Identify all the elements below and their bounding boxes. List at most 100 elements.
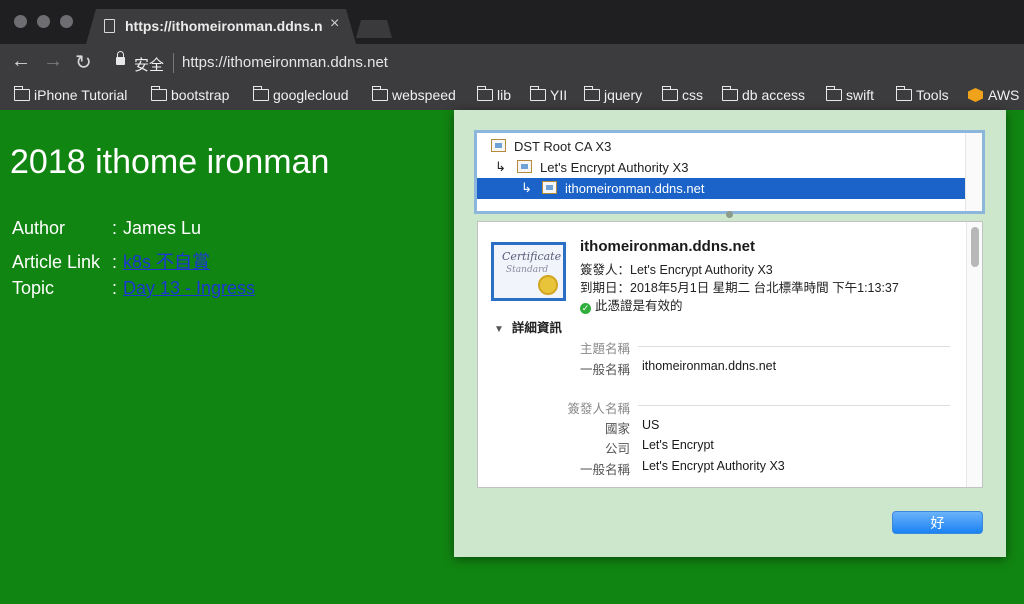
url-text[interactable]: https://ithomeironman.ddns.net — [182, 54, 388, 71]
certificate-icon — [491, 139, 506, 152]
child-arrow-icon: ↳ — [495, 159, 506, 174]
bookmark-label: googlecloud — [273, 87, 349, 103]
maximize-window-button[interactable] — [60, 15, 73, 28]
close-window-button[interactable] — [14, 15, 27, 28]
folder-icon — [372, 86, 388, 101]
colon: : — [112, 252, 118, 272]
bookmark-item[interactable]: AWS — [968, 87, 1019, 103]
back-arrow-icon[interactable]: ← — [11, 50, 31, 73]
certificate-icon — [542, 181, 557, 194]
ok-button[interactable]: 好 — [892, 511, 983, 534]
bookmark-item[interactable]: webspeed — [372, 86, 456, 103]
detail-scrollbar[interactable] — [966, 222, 982, 487]
tab-close-icon[interactable]: × — [330, 15, 339, 33]
bookmark-item[interactable]: css — [662, 86, 703, 103]
bookmark-label: iPhone Tutorial — [34, 87, 128, 103]
bookmark-item[interactable]: iPhone Tutorial — [14, 86, 128, 103]
child-arrow-icon: ↳ — [521, 180, 532, 195]
bookmark-label: db access — [742, 87, 806, 103]
bookmark-item[interactable]: jquery — [584, 86, 643, 103]
author-value: James Lu — [123, 218, 202, 238]
bookmark-item[interactable]: bootstrap — [151, 86, 230, 103]
bookmark-item[interactable]: YII — [530, 86, 567, 103]
lock-icon[interactable] — [116, 51, 125, 65]
chain-item-label: Let's Encrypt Authority X3 — [540, 160, 689, 175]
colon: : — [112, 278, 118, 298]
topic-row: Topic: Day 13 - Ingress — [12, 278, 255, 299]
section-divider — [638, 346, 950, 347]
certificate-dialog: DST Root CA X3 ↳ Let's Encrypt Authority… — [454, 110, 1006, 557]
author-label: Author — [12, 218, 66, 238]
issuer-line: 簽發人：Let's Encrypt Authority X3 — [580, 263, 773, 277]
address-bar[interactable]: 安全 https://ithomeironman.ddns.net — [104, 49, 1020, 77]
folder-icon — [14, 86, 30, 101]
address-separator — [173, 53, 174, 73]
disclosure-triangle-icon[interactable]: ▼ — [494, 324, 504, 335]
certificate-icon-text: Certificate — [502, 250, 562, 263]
topic-label: Topic — [12, 278, 55, 298]
minimize-window-button[interactable] — [37, 15, 50, 28]
issuer-organization-label: 公司 — [604, 442, 630, 456]
bookmark-item[interactable]: Tools — [896, 86, 949, 103]
folder-icon — [722, 86, 738, 101]
chain-scrollbar[interactable] — [965, 133, 982, 211]
chain-item-label: ithomeironman.ddns.net — [565, 181, 705, 196]
document-icon — [104, 19, 115, 33]
bookmark-label: AWS — [988, 87, 1020, 103]
secure-label[interactable]: 安全 — [134, 54, 164, 75]
chain-item-intermediate[interactable]: ↳ Let's Encrypt Authority X3 — [477, 157, 965, 178]
certificate-icon — [517, 160, 532, 173]
issuer-common-name-label: 一般名稱 — [579, 463, 630, 477]
checkmark-icon: ✓ — [580, 303, 591, 314]
folder-icon — [584, 86, 600, 101]
bookmark-item[interactable]: db access — [722, 86, 806, 103]
chain-item-label: DST Root CA X3 — [514, 139, 612, 154]
validity-text: 此憑證是有效的 — [595, 299, 683, 313]
bookmark-item[interactable]: swift — [826, 86, 874, 103]
folder-icon — [662, 86, 678, 101]
article-link[interactable]: k8s 不自賞 — [123, 252, 210, 272]
page-title: 2018 ithome ironman — [10, 143, 330, 181]
window-titlebar: https://ithomeironman.ddns.net × — [0, 0, 1024, 44]
details-disclosure[interactable]: ▼ 詳細資訊 — [494, 317, 562, 336]
expiry-line: 到期日：2018年5月1日 星期二 台北標準時間 下午1:13:37 — [580, 281, 899, 295]
tab-title[interactable]: https://ithomeironman.ddns.net — [125, 18, 323, 34]
folder-icon — [151, 86, 167, 101]
validity-line: ✓ 此憑證是有效的 — [580, 295, 683, 314]
subject-name-heading: 主題名稱 — [579, 342, 630, 356]
certificate-large-icon: Certificate Standard — [491, 242, 566, 301]
issuer-common-name-value: Let's Encrypt Authority X3 — [642, 459, 785, 473]
bookmark-label: jquery — [604, 87, 643, 103]
bookmark-label: bootstrap — [171, 87, 230, 103]
details-label: 詳細資訊 — [511, 321, 562, 335]
topic-link[interactable]: Day 13 - Ingress — [123, 278, 255, 298]
article-link-row: Article Link: k8s 不自賞 — [12, 248, 210, 274]
bookmark-item[interactable]: lib — [477, 86, 511, 103]
bookmark-label: webspeed — [392, 87, 456, 103]
folder-icon — [826, 86, 842, 101]
bookmark-item[interactable]: googlecloud — [253, 86, 349, 103]
forward-arrow-icon[interactable]: → — [43, 50, 63, 73]
subject-common-name-value: ithomeironman.ddns.net — [642, 359, 777, 373]
reload-icon[interactable]: ↻ — [75, 50, 92, 75]
certificate-detail-pane: Certificate Standard ithomeironman.ddns.… — [477, 221, 983, 488]
seal-icon — [538, 275, 558, 295]
colon: : — [112, 218, 118, 238]
bookmark-label: Tools — [916, 87, 949, 103]
chain-item-root[interactable]: DST Root CA X3 — [477, 136, 965, 157]
issuer-country-value: US — [642, 418, 660, 432]
bookmark-label: css — [682, 87, 703, 103]
certificate-chain-list[interactable]: DST Root CA X3 ↳ Let's Encrypt Authority… — [474, 130, 985, 214]
folder-icon — [477, 86, 493, 101]
issuer-organization-value: Let's Encrypt — [642, 438, 714, 452]
browser-toolbar: ← → ↻ 安全 https://ithomeironman.ddns.net — [0, 44, 1024, 82]
folder-icon — [896, 86, 912, 101]
pane-splitter-handle[interactable] — [726, 211, 733, 218]
certificate-name: ithomeironman.ddns.net — [580, 238, 756, 255]
article-link-label: Article Link — [12, 252, 101, 272]
aws-icon — [968, 88, 983, 102]
bookmarks-bar: iPhone Tutorial bootstrap googlecloud we… — [0, 82, 1024, 110]
certificate-icon-subtext: Standard — [506, 265, 549, 275]
chain-item-leaf[interactable]: ↳ ithomeironman.ddns.net — [477, 178, 965, 199]
new-tab-button[interactable] — [356, 20, 392, 38]
